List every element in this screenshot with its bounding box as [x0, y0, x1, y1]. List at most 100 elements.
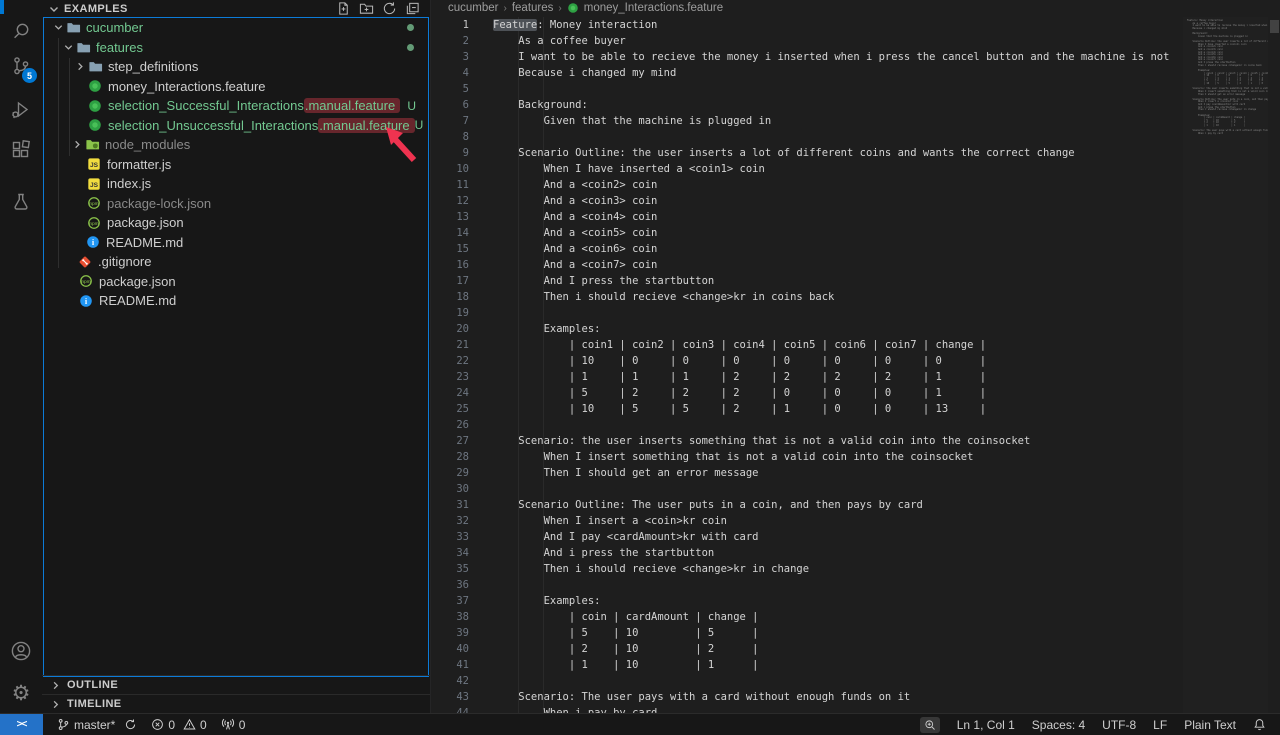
- code-line[interactable]: | coin1 | coin2 | coin3 | coin4 | coin5 …: [493, 337, 1183, 353]
- code-line[interactable]: | 1 | 1 | 1 | 2 | 2 | 2 | 2 | 1 |: [493, 369, 1183, 385]
- testing-beaker-icon[interactable]: [0, 182, 42, 222]
- tree-item-formatter.js[interactable]: JSformatter.js: [43, 155, 429, 175]
- code-line[interactable]: [493, 417, 1183, 433]
- explorer-section-header[interactable]: EXAMPLES: [42, 0, 430, 17]
- code-line[interactable]: Scenario: The user pays with a card with…: [493, 689, 1183, 705]
- code-line[interactable]: And a <coin6> coin: [493, 241, 1183, 257]
- remote-indicator[interactable]: ><: [0, 714, 43, 735]
- file-name: index.js: [107, 176, 151, 191]
- code-line[interactable]: And a <coin4> coin: [493, 209, 1183, 225]
- tree-item-selection_Unsuccessful_Interactions[interactable]: selection_Unsuccessful_Interactions.manu…: [43, 116, 429, 136]
- code-line[interactable]: Then i should recieve <change>kr in chan…: [493, 561, 1183, 577]
- code-line[interactable]: When I have inserted a <coin1> coin: [493, 161, 1183, 177]
- code-line[interactable]: As a coffee buyer: [493, 33, 1183, 49]
- breadcrumb[interactable]: cucumber › features › money_Interactions…: [431, 0, 1280, 16]
- code-line[interactable]: I want to be able to recieve the money i…: [493, 49, 1183, 65]
- code-line[interactable]: [493, 81, 1183, 97]
- tree-item-package.json[interactable]: npmpackage.json: [43, 213, 429, 233]
- code-line[interactable]: And I press the startbutton: [493, 273, 1183, 289]
- notifications-item[interactable]: [1253, 718, 1266, 731]
- problems-item[interactable]: 0 0: [151, 718, 206, 732]
- source-control-icon[interactable]: 5: [0, 46, 42, 86]
- code-line[interactable]: When I insert something that is not a va…: [493, 449, 1183, 465]
- code-line[interactable]: Given that the machine is plugged in: [493, 113, 1183, 129]
- indentation-item[interactable]: Spaces: 4: [1032, 718, 1085, 732]
- tree-item-.gitignore[interactable]: .gitignore: [43, 252, 429, 272]
- code-line[interactable]: | 10 | 0 | 0 | 0 | 0 | 0 | 0 | 0 |: [493, 353, 1183, 369]
- code-line[interactable]: And a <coin7> coin: [493, 257, 1183, 273]
- encoding-item[interactable]: UTF-8: [1102, 718, 1136, 732]
- code-line[interactable]: Then i should recieve <change>kr in coin…: [493, 289, 1183, 305]
- code-line[interactable]: Scenario Outline: the user inserts a lot…: [493, 145, 1183, 161]
- code-line[interactable]: Scenario: the user inserts something tha…: [493, 433, 1183, 449]
- timeline-section[interactable]: TIMELINE: [42, 694, 430, 713]
- code-line[interactable]: And a <coin3> coin: [493, 193, 1183, 209]
- code-line[interactable]: [493, 481, 1183, 497]
- chevron-down-icon[interactable]: [52, 20, 65, 36]
- refresh-icon[interactable]: [381, 1, 397, 17]
- activity-bar: 5 ⚙: [0, 0, 42, 713]
- code-line[interactable]: | 2 | 10 | 2 |: [493, 641, 1183, 657]
- minimap[interactable]: Feature: Money interaction As a coffee b…: [1183, 17, 1268, 713]
- code-line[interactable]: | 1 | 10 | 1 |: [493, 657, 1183, 673]
- tree-item-node_modules[interactable]: node_modules: [43, 135, 429, 155]
- code-content[interactable]: Feature: Money interaction As a coffee b…: [493, 17, 1183, 713]
- new-folder-icon[interactable]: [358, 1, 374, 17]
- tree-item-README.md[interactable]: iREADME.md: [43, 233, 429, 253]
- ports-item[interactable]: 0: [221, 718, 246, 732]
- code-line[interactable]: [493, 305, 1183, 321]
- chevron-down-icon[interactable]: [62, 39, 75, 55]
- tree-item-selection_Successful_Interactions[interactable]: selection_Successful_Interactions.manual…: [43, 96, 429, 116]
- tree-item-index.js[interactable]: JSindex.js: [43, 174, 429, 194]
- code-line[interactable]: And a <coin2> coin: [493, 177, 1183, 193]
- chevron-right-icon[interactable]: [71, 137, 84, 153]
- line-number: 22: [431, 353, 469, 369]
- accounts-icon[interactable]: [0, 631, 42, 671]
- code-line[interactable]: Scenario Outline: The user puts in a coi…: [493, 497, 1183, 513]
- code-line[interactable]: [493, 129, 1183, 145]
- code-line[interactable]: | 10 | 5 | 5 | 2 | 1 | 0 | 0 | 13 |: [493, 401, 1183, 417]
- code-line[interactable]: [493, 673, 1183, 689]
- breadcrumb-folder[interactable]: features: [512, 2, 554, 14]
- tree-item-package-lock.json[interactable]: npmpackage-lock.json: [43, 194, 429, 214]
- outline-section[interactable]: OUTLINE: [42, 675, 430, 694]
- chevron-right-icon[interactable]: [74, 59, 87, 75]
- language-mode-item[interactable]: Plain Text: [1184, 718, 1236, 732]
- settings-gear-icon[interactable]: ⚙: [0, 673, 42, 713]
- code-line[interactable]: And a <coin5> coin: [493, 225, 1183, 241]
- code-line[interactable]: Feature: Money interaction: [493, 17, 1183, 33]
- code-line[interactable]: Then I should get an error message: [493, 465, 1183, 481]
- run-and-debug-icon[interactable]: [0, 90, 42, 130]
- cursor-position-item[interactable]: Ln 1, Col 1: [957, 718, 1015, 732]
- tree-item-README.md[interactable]: iREADME.md: [43, 291, 429, 311]
- scrollbar-thumb[interactable]: [1270, 20, 1279, 33]
- git-branch-item[interactable]: master*: [57, 718, 137, 732]
- tree-item-features[interactable]: features: [43, 38, 429, 58]
- code-line[interactable]: And I pay <cardAmount>kr with card: [493, 529, 1183, 545]
- tree-item-package.json[interactable]: npmpackage.json: [43, 272, 429, 292]
- breadcrumb-folder[interactable]: cucumber: [448, 2, 499, 14]
- editor-scrollbar[interactable]: [1268, 17, 1280, 713]
- code-line[interactable]: When i pay by card: [493, 705, 1183, 713]
- code-line[interactable]: And i press the startbutton: [493, 545, 1183, 561]
- code-line[interactable]: When I insert a <coin>kr coin: [493, 513, 1183, 529]
- code-line[interactable]: Because i changed my mind: [493, 65, 1183, 81]
- extensions-icon[interactable]: [0, 130, 42, 170]
- code-editor[interactable]: 1234567891011121314151617181920212223242…: [431, 17, 1280, 713]
- tree-item-cucumber[interactable]: cucumber: [43, 18, 429, 38]
- new-file-icon[interactable]: [335, 1, 351, 17]
- code-line[interactable]: Background:: [493, 97, 1183, 113]
- code-line[interactable]: [493, 577, 1183, 593]
- file-name: cucumber: [86, 20, 143, 35]
- code-line[interactable]: | 5 | 2 | 2 | 2 | 0 | 0 | 0 | 1 |: [493, 385, 1183, 401]
- eol-item[interactable]: LF: [1153, 718, 1167, 732]
- tree-item-step_definitions[interactable]: step_definitions: [43, 57, 429, 77]
- zoom-status-item[interactable]: [920, 717, 940, 733]
- code-line[interactable]: | coin | cardAmount | change |: [493, 609, 1183, 625]
- code-line[interactable]: | 5 | 10 | 5 |: [493, 625, 1183, 641]
- code-line[interactable]: Examples:: [493, 321, 1183, 337]
- collapse-all-icon[interactable]: [404, 1, 420, 17]
- code-line[interactable]: Examples:: [493, 593, 1183, 609]
- breadcrumb-file[interactable]: money_Interactions.feature: [584, 2, 723, 14]
- tree-item-money_Interactions.feature[interactable]: money_Interactions.feature: [43, 77, 429, 97]
